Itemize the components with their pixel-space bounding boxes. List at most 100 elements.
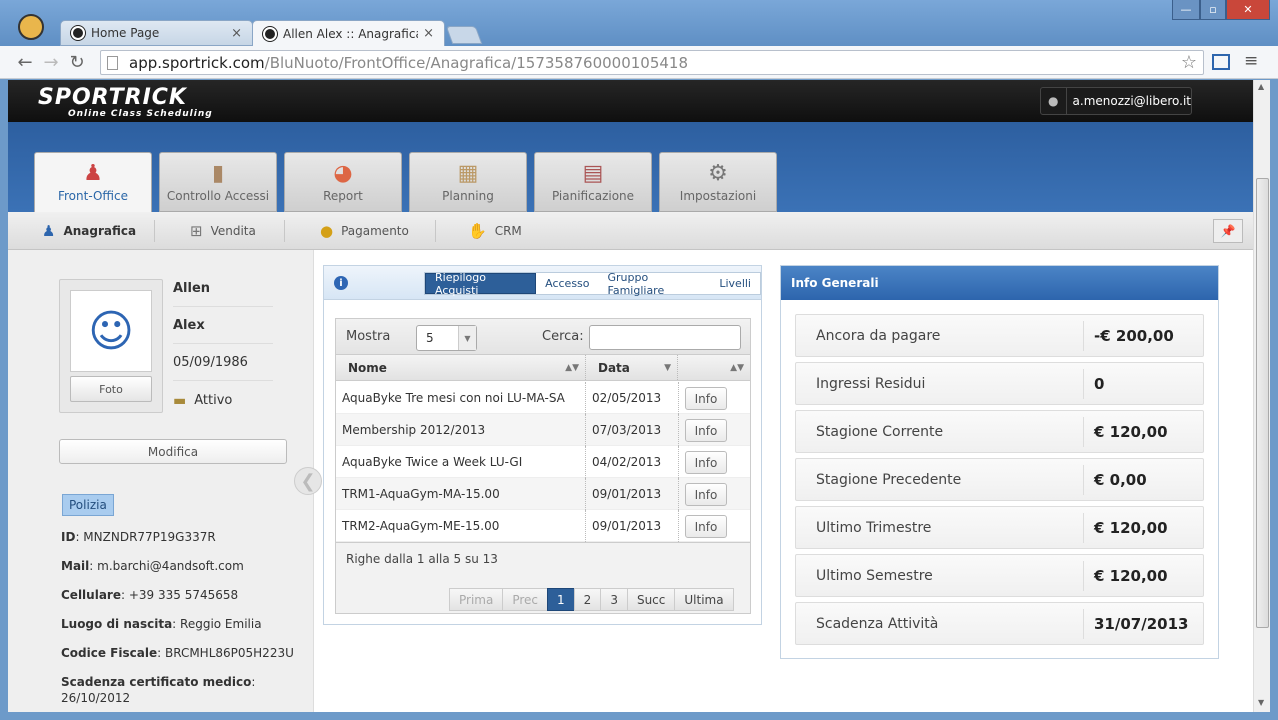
page-next-button[interactable]: Succ <box>626 588 676 611</box>
back-icon[interactable]: ← <box>12 52 38 73</box>
scroll-up-icon[interactable]: ▲ <box>1258 82 1264 91</box>
tab-controllo-accessi[interactable]: ▮ Controllo Accessi <box>159 152 277 212</box>
tab-front-office[interactable]: ♟ Front-Office <box>34 152 152 214</box>
favicon-icon <box>71 26 85 40</box>
tab-label: Allen Alex :: Anagrafica :: S <box>283 26 418 41</box>
main-nav: ♟ Front-Office ▮ Controllo Accessi ◕ Rep… <box>8 122 1253 214</box>
info-row-ancora-da-pagare: Ancora da pagare -€ 200,00 <box>795 314 1204 357</box>
page-last-button[interactable]: Ultima <box>674 588 734 611</box>
divider <box>1083 465 1084 495</box>
divider <box>678 414 679 446</box>
tab-accesso[interactable]: Accesso <box>536 273 598 294</box>
detail-mail: Mail: m.barchi@4andsoft.com <box>61 559 244 573</box>
page-prev-button[interactable]: Prec <box>502 588 549 611</box>
subtab-anagrafica[interactable]: ♟ Anagrafica <box>42 222 136 240</box>
collapse-sidebar-button[interactable]: ❮ <box>294 467 322 495</box>
person-icon: ♟ <box>83 161 103 186</box>
info-icon[interactable]: i <box>334 276 348 290</box>
new-tab-button[interactable] <box>445 26 483 44</box>
table-toolbar: Mostra 5 ▼ Cerca: <box>336 319 750 355</box>
user-icon: ● <box>1041 88 1067 114</box>
col-data[interactable]: Data ▼ <box>586 355 678 380</box>
cerca-label: Cerca: <box>542 329 584 344</box>
tab-riepilogo-acquisti[interactable]: Riepilogo Acquisti <box>425 271 537 297</box>
minimize-button[interactable]: — <box>1172 0 1200 20</box>
page-1-button[interactable]: 1 <box>547 588 575 611</box>
address-bar[interactable]: app.sportrick.com/BluNuoto/FrontOffice/A… <box>100 50 1204 75</box>
url-host: app.sportrick.com <box>129 53 265 72</box>
menu-icon[interactable]: ≡ <box>1244 51 1258 71</box>
tab-label: Home Page <box>91 26 160 40</box>
modifica-button[interactable]: Modifica <box>59 439 287 464</box>
detail-label: ID <box>61 530 76 544</box>
divider <box>435 220 436 242</box>
divider <box>284 220 285 242</box>
logo-main: SPORTRICK <box>38 85 187 110</box>
tab-planning[interactable]: ▦ Planning <box>409 152 527 212</box>
tab-impostazioni[interactable]: ⚙ Impostazioni <box>659 152 777 212</box>
fullscreen-icon[interactable] <box>1212 54 1230 70</box>
close-tab-icon[interactable]: × <box>423 26 434 41</box>
forward-icon[interactable]: → <box>38 52 64 73</box>
info-row-ultimo-trimestre: Ultimo Trimestre € 120,00 <box>795 506 1204 549</box>
detail-value: : BRCMHL86P05H223U <box>157 646 294 660</box>
detail-cellulare: Cellulare: +39 335 5745658 <box>61 588 238 602</box>
subtab-crm[interactable]: ✋ CRM <box>468 222 522 240</box>
info-value: -€ 200,00 <box>1094 327 1174 345</box>
foto-button[interactable]: Foto <box>70 376 152 402</box>
info-button[interactable]: Info <box>685 451 727 474</box>
info-row-ultimo-semestre: Ultimo Semestre € 120,00 <box>795 554 1204 597</box>
info-button[interactable]: Info <box>685 483 727 506</box>
tab-report[interactable]: ◕ Report <box>284 152 402 212</box>
divider <box>1083 513 1084 543</box>
divider <box>585 478 586 510</box>
col-label: Nome <box>348 360 387 375</box>
info-button[interactable]: Info <box>685 515 727 538</box>
browser-tab-anagrafica[interactable]: Allen Alex :: Anagrafica :: S × <box>252 20 445 46</box>
col-nome[interactable]: Nome ▲▼ <box>336 355 586 380</box>
subtab-label: Vendita <box>210 224 256 238</box>
page-2-button[interactable]: 2 <box>573 588 602 611</box>
purchases-tabs: Riepilogo Acquisti Accesso Gruppo Famigl… <box>424 271 761 297</box>
info-row-stagione-precedente: Stagione Precedente € 0,00 <box>795 458 1204 501</box>
page-icon <box>107 56 118 70</box>
pin-button[interactable]: 📌 <box>1213 219 1243 243</box>
reload-icon[interactable]: ↻ <box>64 52 90 73</box>
tab-label: Impostazioni <box>679 189 757 203</box>
detail-value: : Reggio Emilia <box>172 617 262 631</box>
profile-sidebar: ☺ Foto Allen Alex 05/09/1986 ▬ Attivo Mo… <box>8 250 322 712</box>
tab-label: Pianificazione <box>551 189 635 203</box>
subtab-vendita[interactable]: ⊞ Vendita <box>190 222 256 240</box>
handshake-icon: ✋ <box>468 222 487 240</box>
tab-pianificazione[interactable]: ▤ Pianificazione <box>534 152 652 212</box>
tab-gruppo-famigliare[interactable]: Gruppo Famigliare <box>599 271 711 297</box>
first-name: Allen <box>173 270 273 307</box>
user-menu[interactable]: ● a.menozzi@libero.it <box>1040 87 1192 115</box>
info-button[interactable]: Info <box>685 419 727 442</box>
tab-livelli[interactable]: Livelli <box>710 273 760 294</box>
sub-nav: ♟ Anagrafica ⊞ Vendita ● Pagamento ✋ CRM… <box>8 212 1253 250</box>
page-size-select[interactable]: 5 ▼ <box>416 325 477 351</box>
cell-nome: AquaByke Twice a Week LU-GI <box>342 455 523 469</box>
sportrick-logo: SPORTRICK Online Class Scheduling <box>38 85 213 120</box>
detail-value: : MNZNDR77P19G337R <box>75 530 216 544</box>
divider <box>1083 561 1084 591</box>
detail-label: Scadenza certificato medico <box>61 675 252 689</box>
page-3-button[interactable]: 3 <box>600 588 628 611</box>
sort-icon: ▲▼ <box>565 362 579 373</box>
page-scrollbar[interactable]: ▲ ▼ <box>1253 80 1270 712</box>
scroll-down-icon[interactable]: ▼ <box>1258 698 1264 707</box>
close-window-button[interactable]: ✕ <box>1226 0 1270 20</box>
browser-tab-home[interactable]: Home Page × <box>60 20 253 46</box>
info-button[interactable]: Info <box>685 387 727 410</box>
scrollbar-thumb[interactable] <box>1256 178 1269 628</box>
subtab-pagamento[interactable]: ● Pagamento <box>320 222 409 240</box>
bookmark-star-icon[interactable]: ☆ <box>1181 52 1197 73</box>
page-first-button[interactable]: Prima <box>449 588 504 611</box>
status-icon: ▬ <box>173 392 187 409</box>
col-actions[interactable]: ▲▼ <box>678 355 750 380</box>
search-input[interactable] <box>589 325 741 350</box>
info-value: € 120,00 <box>1094 567 1168 585</box>
close-tab-icon[interactable]: × <box>231 26 242 41</box>
maximize-button[interactable]: ▫ <box>1200 0 1226 20</box>
